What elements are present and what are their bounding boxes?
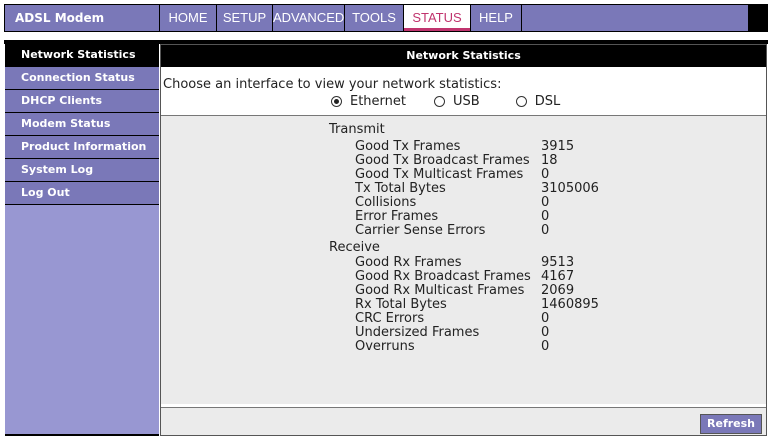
tab-home[interactable]: HOME	[160, 5, 216, 31]
interface-prompt: Choose an interface to view your network…	[163, 77, 502, 92]
transmit-heading: Transmit	[329, 122, 385, 137]
stat-value: 0	[541, 311, 550, 326]
sidebar-item-connection-status[interactable]: Connection Status	[5, 67, 159, 90]
stat-row: Good Rx Frames 9513	[355, 256, 675, 270]
stat-label: Overruns	[355, 339, 415, 354]
stat-value: 0	[541, 325, 550, 340]
radio-usb-control[interactable]	[434, 96, 445, 107]
stat-label: Error Frames	[355, 209, 439, 224]
stat-value: 0	[541, 209, 550, 224]
radio-dsl-control[interactable]	[515, 96, 527, 107]
stat-row: Collisions 0	[355, 196, 675, 210]
stat-label: Good Rx Broadcast Frames	[355, 269, 531, 284]
stat-label: Good Tx Broadcast Frames	[355, 153, 530, 168]
sidebar-item-system-log[interactable]: System Log	[5, 159, 159, 182]
refresh-button[interactable]: Refresh	[700, 414, 762, 434]
sidebar: Network Statistics Connection Status DHC…	[5, 44, 159, 436]
sidebar-item-network-statistics[interactable]: Network Statistics	[5, 44, 159, 67]
tab-setup[interactable]: SETUP	[217, 5, 272, 31]
interface-selector: Choose an interface to view your network…	[161, 67, 766, 116]
sidebar-item-dhcp-clients[interactable]: DHCP Clients	[5, 90, 159, 113]
stat-row: Good Tx Multicast Frames 0	[355, 168, 675, 182]
tab-status[interactable]: STATUS	[404, 5, 470, 31]
stat-label: Good Tx Frames	[355, 139, 461, 154]
stat-row: Good Tx Frames 3915	[355, 140, 675, 154]
sidebar-item-log-out[interactable]: Log Out	[5, 182, 159, 205]
header-spacer	[4, 32, 768, 40]
stat-row: CRC Errors 0	[355, 312, 675, 326]
stat-row: Undersized Frames 0	[355, 326, 675, 340]
stat-value: 9513	[541, 255, 575, 270]
stat-row: Good Rx Multicast Frames 2069	[355, 284, 675, 298]
top-navigation-bar: ADSL Modem HOME SETUP ADVANCED TOOLS STA…	[4, 4, 768, 32]
stat-label: Rx Total Bytes	[355, 297, 447, 312]
stat-label: Good Rx Multicast Frames	[355, 283, 525, 298]
radio-usb-label: USB	[453, 94, 480, 109]
interface-radio-group: Ethernet USB DSL	[331, 94, 560, 109]
stat-label: Good Rx Frames	[355, 255, 462, 270]
stat-value: 0	[541, 339, 550, 354]
radio-usb[interactable]: USB	[434, 94, 480, 109]
tab-bar-filler	[522, 5, 748, 31]
stat-value: 18	[541, 153, 558, 168]
radio-ethernet[interactable]: Ethernet	[331, 94, 406, 109]
stat-value: 3105006	[541, 181, 599, 196]
radio-ethernet-control[interactable]	[331, 96, 342, 107]
stat-label: Undersized Frames	[355, 325, 480, 340]
stat-label: Good Tx Multicast Frames	[355, 167, 524, 182]
statistics-panel: Transmit Good Tx Frames 3915 Good Tx Broa…	[161, 116, 766, 404]
stat-row: Rx Total Bytes 1460895	[355, 298, 675, 312]
stat-value: 1460895	[541, 297, 599, 312]
tab-tools[interactable]: TOOLS	[345, 5, 403, 31]
tab-advanced[interactable]: ADVANCED	[273, 5, 344, 31]
stat-row: Good Rx Broadcast Frames 4167	[355, 270, 675, 284]
panel-footer: Refresh	[161, 407, 766, 435]
stat-row: Tx Total Bytes 3105006	[355, 182, 675, 196]
radio-ethernet-label: Ethernet	[350, 94, 406, 109]
sidebar-item-product-information[interactable]: Product Information	[5, 136, 159, 159]
page-title: Network Statistics	[161, 45, 766, 67]
brand-title: ADSL Modem	[5, 5, 159, 31]
tab-help[interactable]: HELP	[471, 5, 521, 31]
stat-value: 4167	[541, 269, 575, 284]
receive-heading: Receive	[329, 240, 380, 255]
stat-value: 0	[541, 195, 550, 210]
stat-row: Good Tx Broadcast Frames 18	[355, 154, 675, 168]
stat-value: 0	[541, 223, 550, 238]
stat-label: Tx Total Bytes	[355, 181, 446, 196]
router-admin-frame: ADSL Modem HOME SETUP ADVANCED TOOLS STA…	[4, 4, 768, 438]
stat-value: 2069	[541, 283, 575, 298]
stat-row: Error Frames 0	[355, 210, 675, 224]
stat-row: Overruns 0	[355, 340, 675, 354]
stat-value: 0	[541, 167, 550, 182]
main-tabs: HOME SETUP ADVANCED TOOLS STATUS HELP	[160, 5, 748, 31]
radio-dsl-label: DSL	[534, 94, 561, 109]
main-panel: Network Statistics Choose an interface t…	[160, 44, 767, 436]
sidebar-bottom-border	[5, 434, 159, 436]
stat-value: 3915	[541, 139, 575, 154]
sidebar-item-modem-status[interactable]: Modem Status	[5, 113, 159, 136]
stat-label: CRC Errors	[355, 311, 425, 326]
stat-label: Collisions	[355, 195, 417, 210]
radio-dsl[interactable]: DSL	[515, 94, 561, 109]
stat-label: Carrier Sense Errors	[355, 223, 486, 238]
stat-row: Carrier Sense Errors 0	[355, 224, 675, 238]
